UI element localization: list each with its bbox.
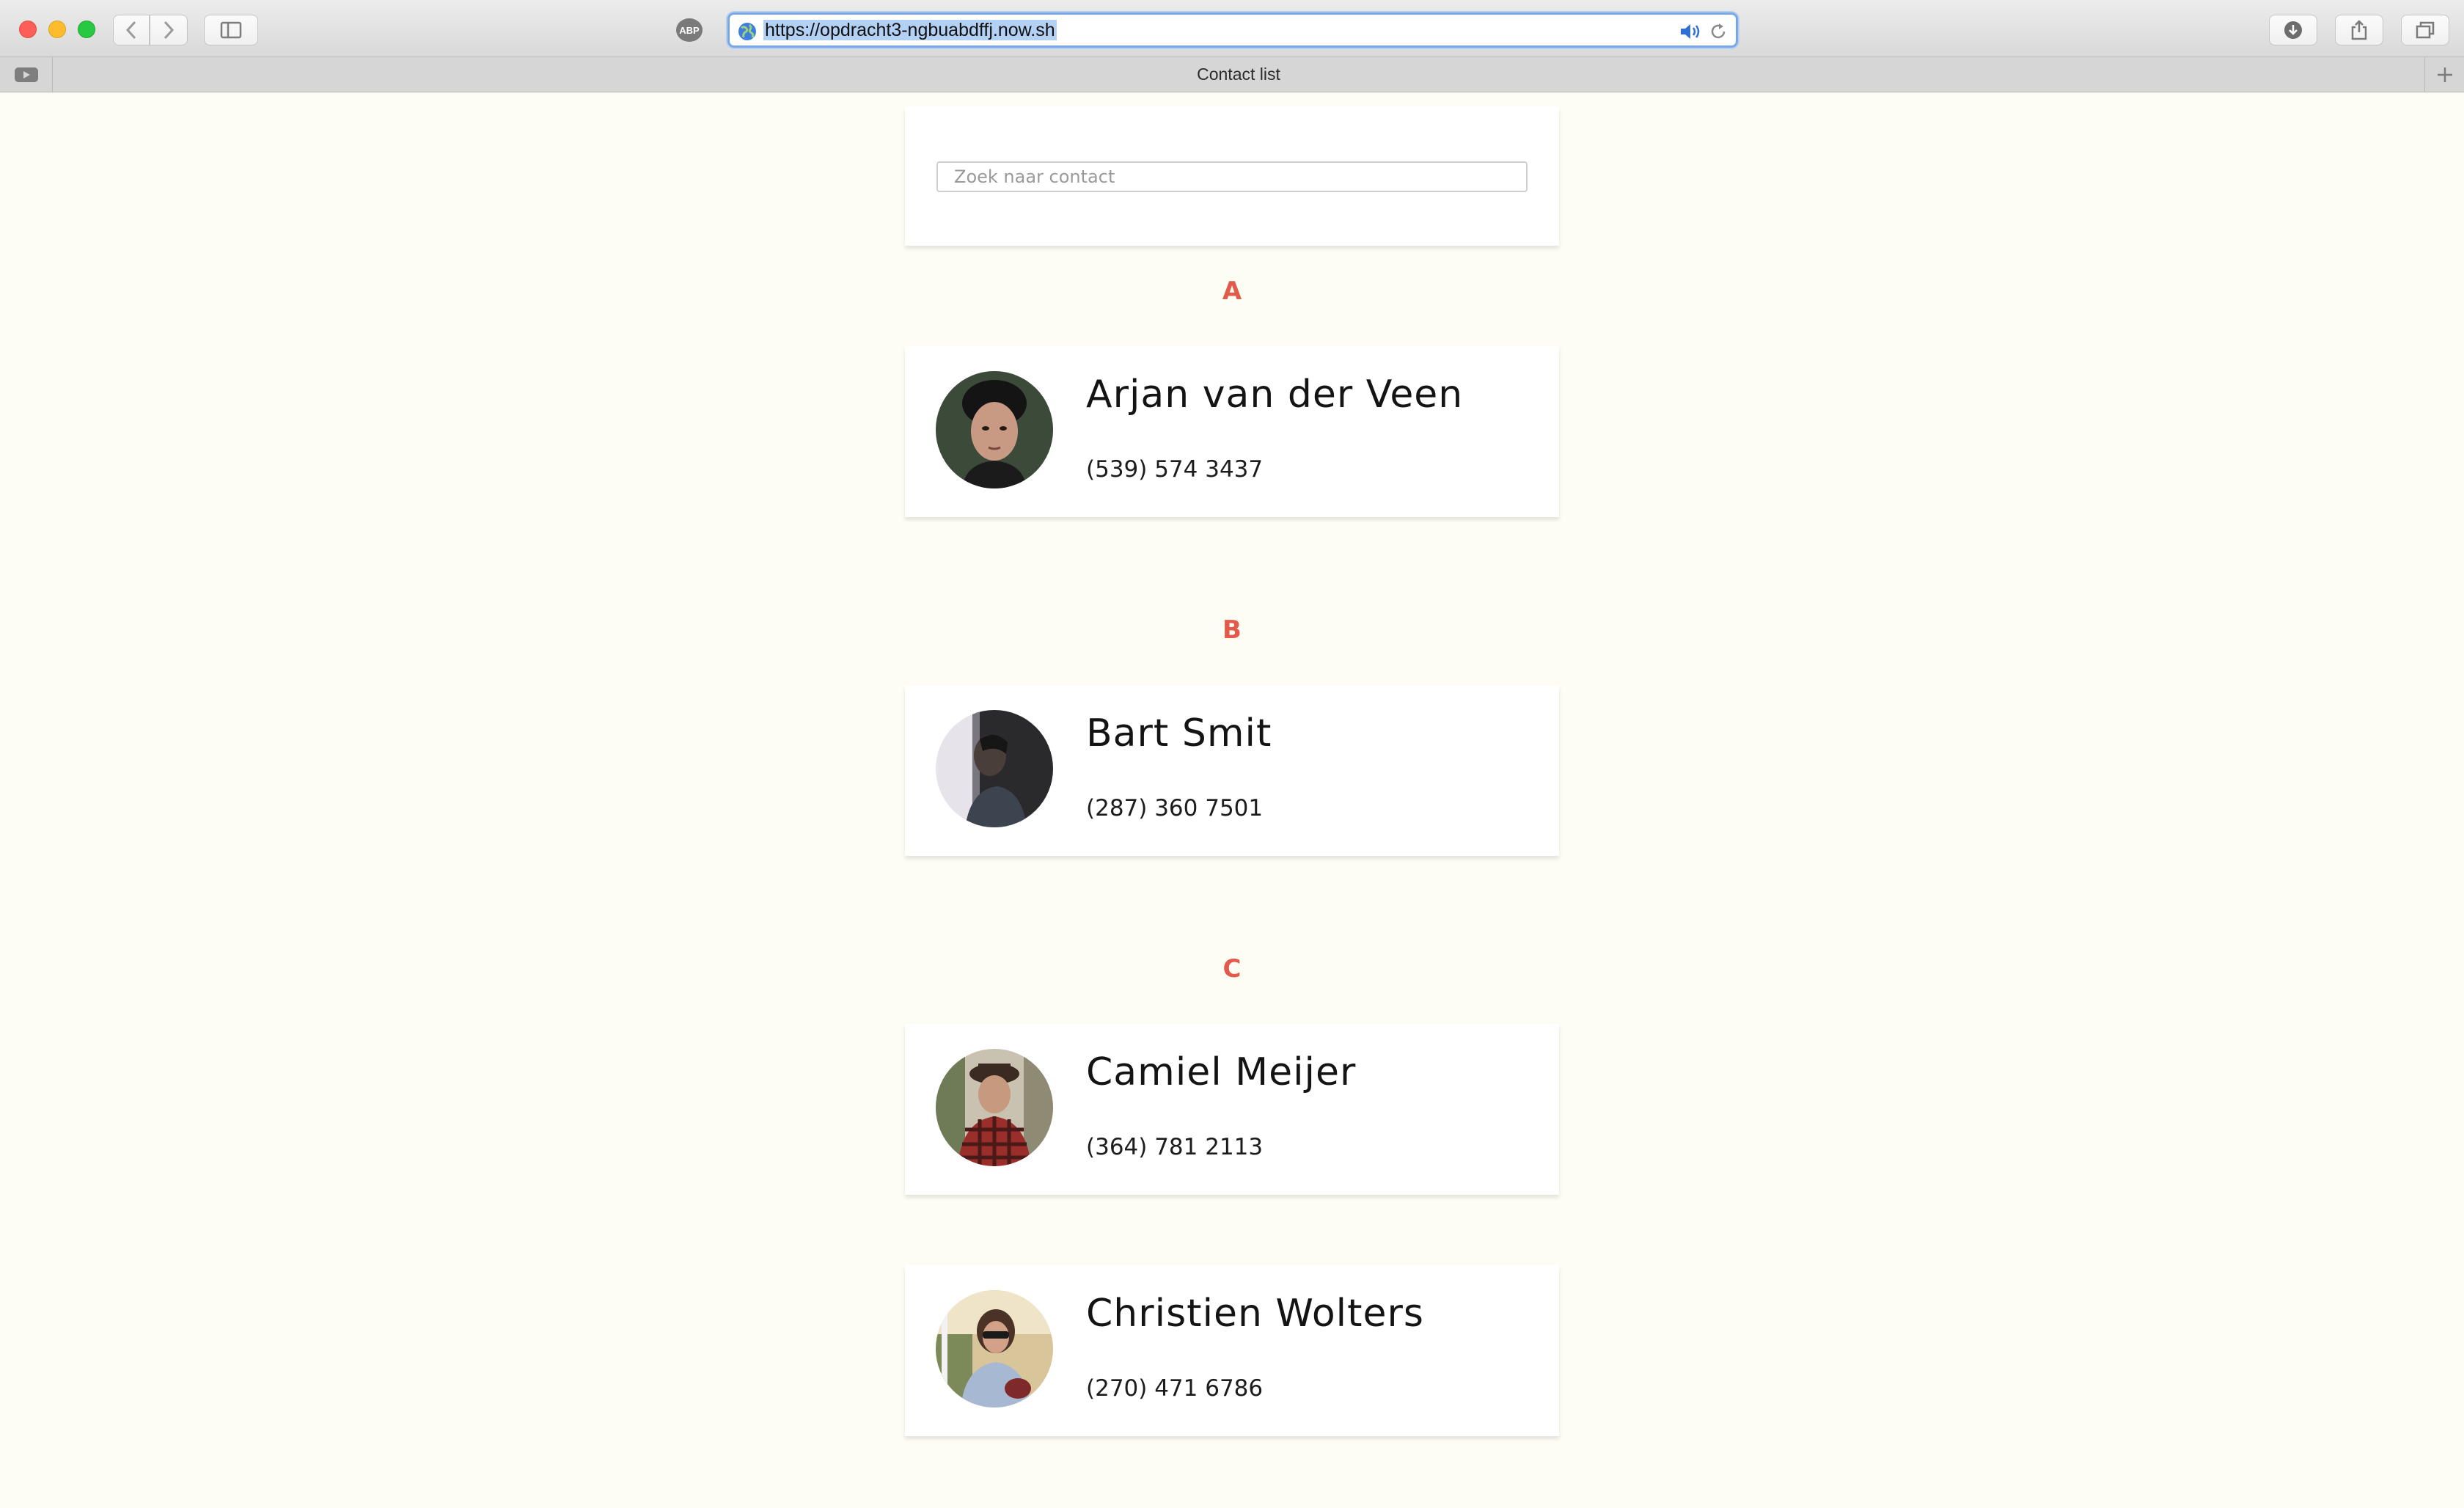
downloads-button[interactable] <box>2269 15 2317 45</box>
adblock-icon: ABP <box>676 18 703 42</box>
pinned-tab[interactable] <box>0 57 53 92</box>
avatar <box>936 710 1053 827</box>
search-input[interactable] <box>936 161 1528 192</box>
share-button[interactable] <box>2335 15 2383 45</box>
adblock-label: ABP <box>679 25 700 36</box>
download-icon <box>2284 21 2302 39</box>
forward-button[interactable] <box>150 15 188 45</box>
contact-name: Camiel Meijer <box>1086 1050 1357 1094</box>
sound-icon[interactable] <box>1679 21 1704 42</box>
minimize-window-button[interactable] <box>48 21 66 38</box>
globe-icon <box>738 23 756 40</box>
address-bar[interactable]: https://opdracht3-ngbuabdffj.now.sh <box>727 12 1738 48</box>
search-card <box>905 106 1559 246</box>
group-letter-a: A <box>1222 277 1242 306</box>
contact-phone: (270) 471 6786 <box>1086 1375 1264 1402</box>
avatar <box>936 1049 1053 1166</box>
contact-name: Bart Smit <box>1086 711 1272 755</box>
browser-toolbar: ABP https://opdracht3-ngbuabdffj.now.sh <box>0 0 2464 57</box>
tabs-icon <box>2416 21 2435 39</box>
tab-title[interactable]: Contact list <box>53 57 2424 92</box>
chevron-left-icon <box>125 21 136 40</box>
group-letter-b: B <box>1222 615 1242 645</box>
adblock-button[interactable]: ABP <box>675 18 704 43</box>
back-button[interactable] <box>113 15 150 45</box>
contact-card[interactable]: Christien Wolters (270) 471 6786 <box>905 1265 1559 1436</box>
avatar <box>936 371 1053 488</box>
url-text[interactable]: https://opdracht3-ngbuabdffj.now.sh <box>763 20 1057 40</box>
contact-card[interactable]: Bart Smit (287) 360 7501 <box>905 685 1559 856</box>
avatar <box>936 1290 1053 1408</box>
share-icon <box>2351 20 2367 40</box>
contact-card[interactable]: Arjan van der Veen (539) 574 3437 <box>905 346 1559 517</box>
video-icon <box>14 67 38 82</box>
reload-icon[interactable] <box>1708 21 1728 42</box>
group-letter-c: C <box>1222 954 1242 984</box>
contact-phone: (539) 574 3437 <box>1086 456 1264 483</box>
close-window-button[interactable] <box>19 21 37 38</box>
sidebar-toggle-button[interactable] <box>204 15 258 45</box>
plus-icon <box>2437 67 2452 82</box>
contact-card[interactable]: Camiel Meijer (364) 781 2113 <box>905 1024 1559 1195</box>
contact-list-page: A Arjan van der Veen (539) 574 3437 B <box>0 93 2464 1508</box>
sidebar-icon <box>220 21 242 39</box>
contact-name: Christien Wolters <box>1086 1292 1424 1336</box>
contact-phone: (287) 360 7501 <box>1086 795 1264 821</box>
zoom-window-button[interactable] <box>78 21 95 38</box>
contact-name: Arjan van der Veen <box>1086 373 1464 417</box>
tabs-overview-button[interactable] <box>2401 15 2449 45</box>
tab-bar: Contact list <box>0 57 2464 92</box>
new-tab-button[interactable] <box>2424 57 2464 92</box>
chevron-right-icon <box>164 21 175 40</box>
contact-phone: (364) 781 2113 <box>1086 1134 1264 1160</box>
